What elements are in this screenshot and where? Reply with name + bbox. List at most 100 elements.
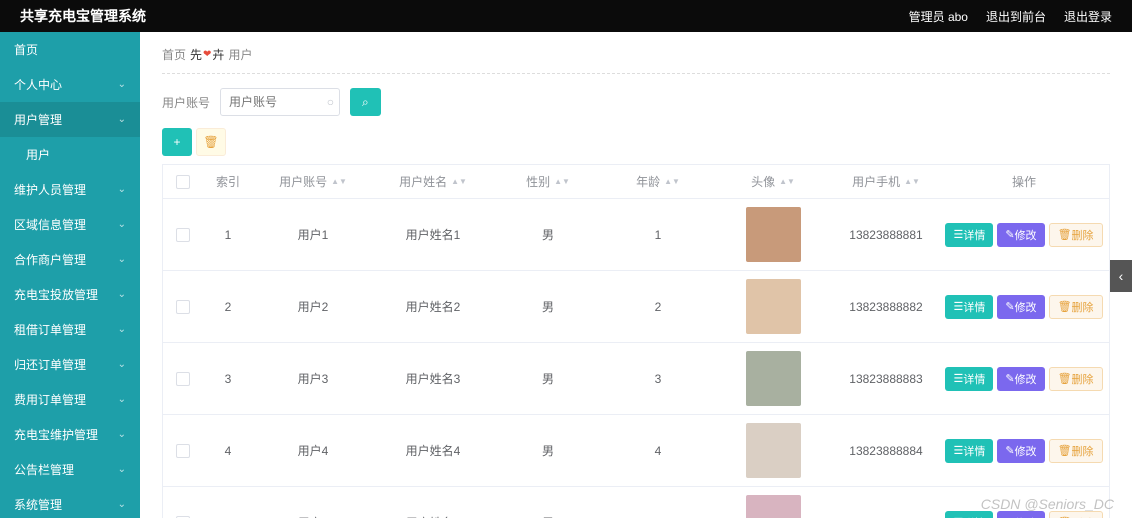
edit-button[interactable]: ✎ 修改 — [997, 367, 1044, 391]
th-index[interactable]: 索引 — [203, 165, 253, 198]
breadcrumb-sep: 先❤卉 — [190, 46, 224, 63]
sidebar-item[interactable]: 归还订单管理 ⌄ — [0, 347, 140, 382]
detail-button[interactable]: ☰ 详情 — [945, 223, 993, 247]
clear-icon[interactable]: ○ — [327, 95, 334, 109]
plus-icon: + — [174, 135, 181, 149]
th-account[interactable]: 用户账号▲▼ — [253, 165, 373, 198]
trash-icon: 🗑 — [1058, 300, 1072, 313]
delete-button[interactable]: 🗑 删除 — [1049, 223, 1103, 247]
sidebar-item[interactable]: 公告栏管理⌄ — [0, 452, 140, 487]
search-input[interactable] — [220, 88, 340, 116]
breadcrumb-current: 用户 — [228, 46, 252, 63]
app-title: 共享充电宝管理系统 — [20, 6, 146, 26]
sidebar-item[interactable]: 系统管理⌄ — [0, 487, 140, 518]
delete-button[interactable]: 🗑 删除 — [1049, 511, 1103, 518]
td-ops: ☰ 详情✎ 修改🗑 删除 — [939, 271, 1109, 342]
td-age: 3 — [603, 343, 713, 414]
sidebar-item[interactable]: 用户 — [0, 137, 140, 172]
detail-icon: ☰ — [953, 300, 963, 313]
row-checkbox[interactable] — [176, 444, 190, 458]
detail-icon: ☰ — [953, 228, 963, 241]
detail-button[interactable]: ☰ 详情 — [945, 439, 993, 463]
detail-icon: ☰ — [953, 372, 963, 385]
td-sex: 男 — [493, 415, 603, 486]
th-avatar[interactable]: 头像▲▼ — [713, 165, 833, 198]
edit-button[interactable]: ✎ 修改 — [997, 511, 1044, 518]
sidebar-item-label: 归还订单管理 — [14, 356, 86, 373]
td-age: 4 — [603, 415, 713, 486]
detail-button[interactable]: ☰ 详情 — [945, 511, 993, 518]
delete-button[interactable]: 🗑 删除 — [1049, 295, 1103, 319]
sidebar-item[interactable]: 费用订单管理⌄ — [0, 382, 140, 417]
sidebar-item[interactable]: 用户管理 ⌄ — [0, 102, 140, 137]
td-checkbox — [163, 271, 203, 342]
sidebar-item-label: 用户管理 — [14, 111, 62, 128]
sidebar-item[interactable]: 充电宝维护管理⌄ — [0, 417, 140, 452]
add-button[interactable]: + — [162, 128, 192, 156]
search-label: 用户账号 — [162, 94, 210, 111]
sidebar-item-label: 租借订单管理 — [14, 321, 86, 338]
td-age: 2 — [603, 271, 713, 342]
edit-button[interactable]: ✎ 修改 — [997, 439, 1044, 463]
logout-front-link[interactable]: 退出到前台 — [986, 8, 1046, 25]
sidebar-item[interactable]: 个人中心⌄ — [0, 67, 140, 102]
detail-icon: ☰ — [953, 444, 963, 457]
sidebar-item[interactable]: 租借订单管理 ⌄ — [0, 312, 140, 347]
detail-button[interactable]: ☰ 详情 — [945, 367, 993, 391]
td-name: 用户姓名3 — [373, 343, 493, 414]
td-account: 用户3 — [253, 343, 373, 414]
sidebar-item[interactable]: 首页 — [0, 32, 140, 67]
sort-icon: ▲▼ — [331, 179, 347, 184]
td-phone: 13823888885 — [833, 487, 939, 518]
sidebar-item-label: 系统管理 — [14, 496, 62, 513]
td-index: 3 — [203, 343, 253, 414]
delete-button[interactable]: 🗑 删除 — [1049, 367, 1103, 391]
td-checkbox — [163, 343, 203, 414]
sort-icon: ▲▼ — [451, 179, 467, 184]
breadcrumb-home[interactable]: 首页 — [162, 46, 186, 63]
th-age[interactable]: 年龄▲▼ — [603, 165, 713, 198]
side-collapse-tab[interactable]: ‹ — [1110, 260, 1132, 292]
td-sex: 男 — [493, 271, 603, 342]
sidebar-item-label: 充电宝维护管理 — [14, 426, 98, 443]
sidebar-item[interactable]: 区域信息管理⌄ — [0, 207, 140, 242]
sidebar-item-label: 区域信息管理 — [14, 216, 86, 233]
td-account: 用户5 — [253, 487, 373, 518]
td-ops: ☰ 详情✎ 修改🗑 删除 — [939, 343, 1109, 414]
row-checkbox[interactable] — [176, 228, 190, 242]
delete-button[interactable]: 🗑 删除 — [1049, 439, 1103, 463]
check-all[interactable] — [176, 175, 190, 189]
th-checkbox — [163, 165, 203, 198]
th-ops: 操作 — [939, 165, 1109, 198]
td-phone: 13823888882 — [833, 271, 939, 342]
edit-icon: ✎ — [1005, 444, 1014, 457]
sidebar: 首页个人中心⌄用户管理⌄用户维护人员管理⌄区域信息管理⌄合作商户管理⌄充电宝投放… — [0, 32, 140, 518]
avatar — [746, 279, 801, 334]
avatar — [746, 495, 801, 518]
topbar-right: 管理员 abo 退出到前台 退出登录 — [909, 8, 1112, 25]
searchbar: 用户账号 ○ ⌕ — [162, 88, 1110, 116]
trash-icon: 🗑 — [1058, 444, 1072, 457]
chevron-down-icon: ⌄ — [118, 114, 126, 125]
table-row: 1用户1用户姓名1男113823888881☰ 详情✎ 修改🗑 删除 — [163, 199, 1109, 271]
row-checkbox[interactable] — [176, 300, 190, 314]
th-sex[interactable]: 性别▲▼ — [493, 165, 603, 198]
th-phone[interactable]: 用户手机▲▼ — [833, 165, 939, 198]
td-account: 用户2 — [253, 271, 373, 342]
edit-button[interactable]: ✎ 修改 — [997, 295, 1044, 319]
detail-button[interactable]: ☰ 详情 — [945, 295, 993, 319]
sidebar-item[interactable]: 充电宝投放管理⌄ — [0, 277, 140, 312]
th-name[interactable]: 用户姓名▲▼ — [373, 165, 493, 198]
search-button[interactable]: ⌕ — [350, 88, 381, 116]
chevron-down-icon: ⌄ — [118, 324, 126, 335]
td-name: 用户姓名1 — [373, 199, 493, 270]
sidebar-item[interactable]: 维护人员管理⌄ — [0, 172, 140, 207]
chevron-down-icon: ⌄ — [118, 359, 126, 370]
sidebar-item[interactable]: 合作商户管理⌄ — [0, 242, 140, 277]
admin-label[interactable]: 管理员 abo — [909, 8, 968, 25]
edit-button[interactable]: ✎ 修改 — [997, 223, 1044, 247]
row-checkbox[interactable] — [176, 372, 190, 386]
td-checkbox — [163, 415, 203, 486]
logout-link[interactable]: 退出登录 — [1064, 8, 1112, 25]
batch-delete-button[interactable]: 🗑 — [196, 128, 226, 156]
